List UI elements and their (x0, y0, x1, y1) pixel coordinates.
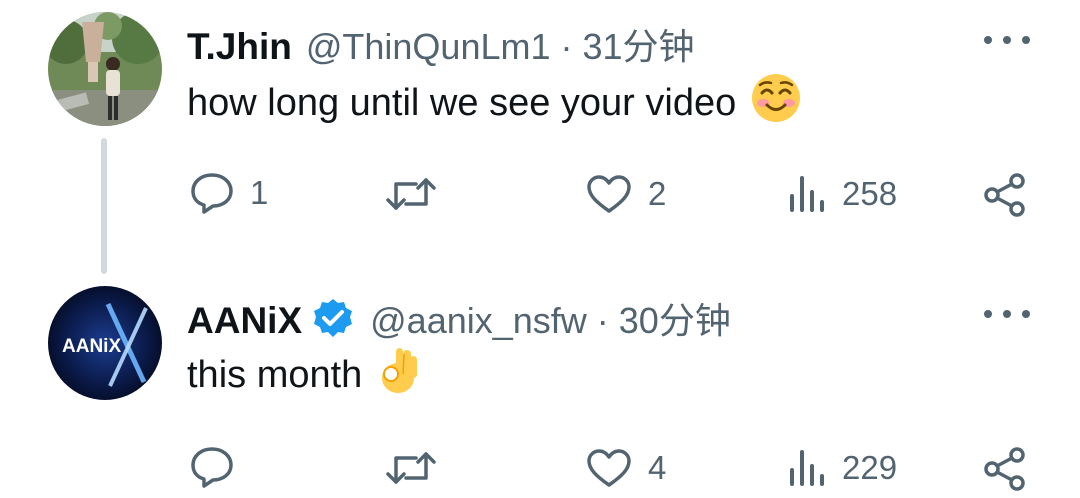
dot-icon (984, 36, 992, 44)
heart-icon (587, 449, 631, 487)
user-avatar[interactable]: AANiX (48, 286, 162, 400)
reply-button[interactable]: 1 (190, 172, 268, 214)
retweet-button[interactable] (386, 448, 452, 488)
reply-count: 1 (250, 174, 269, 211)
like-count: 2 (648, 175, 667, 212)
reply-button[interactable] (190, 446, 250, 488)
user-avatar[interactable] (48, 12, 162, 126)
tweet-2[interactable]: AANiX AANiX @aanix_nsfw · 30分钟 this mont… (0, 280, 1080, 498)
tweet-text: how long until we see your video (187, 74, 802, 128)
retweet-icon (386, 178, 436, 210)
header-separator: · (596, 300, 609, 341)
dot-icon (1022, 36, 1030, 44)
tweet-text-content: how long until we see your video (187, 81, 737, 124)
share-icon (984, 447, 1025, 491)
retweet-button[interactable] (386, 174, 452, 214)
heart-icon (587, 175, 631, 213)
tweet-timestamp[interactable]: 31分钟 (583, 18, 695, 70)
share-icon (984, 173, 1025, 217)
tweet-header: T.Jhin @ThinQunLm1 · 31分钟 (187, 18, 695, 70)
like-count: 4 (648, 449, 667, 486)
ok-hand-emoji-icon (376, 344, 422, 406)
retweet-icon (386, 452, 436, 484)
display-name[interactable]: AANiX (187, 300, 302, 342)
like-button[interactable]: 2 (586, 174, 666, 214)
like-button[interactable]: 4 (586, 448, 666, 488)
display-name[interactable]: T.Jhin (187, 26, 292, 68)
dot-icon (984, 310, 992, 318)
views-button[interactable]: 229 (788, 448, 897, 488)
share-button[interactable] (982, 172, 1028, 218)
dot-icon (1003, 36, 1011, 44)
user-handle[interactable]: @aanix_nsfw (370, 300, 587, 342)
avatar-logo-text: AANiX (62, 336, 121, 357)
tweet-header: AANiX @aanix_nsfw · 30分钟 (187, 292, 731, 344)
views-button[interactable]: 258 (788, 174, 897, 214)
view-count: 229 (842, 449, 898, 486)
tweet-timestamp[interactable]: 30分钟 (619, 292, 731, 344)
thread-connector-line (101, 138, 107, 274)
user-handle[interactable]: @ThinQunLm1 (306, 26, 551, 68)
smiling-face-emoji-icon (750, 72, 802, 134)
analytics-bars-icon (790, 176, 824, 212)
reply-icon (191, 173, 233, 214)
tweet-1[interactable]: T.Jhin @ThinQunLm1 · 31分钟 how long until… (0, 0, 1080, 275)
reply-icon (191, 447, 233, 488)
tweet-text: this month (187, 348, 422, 400)
tweet-text-content: this month (187, 353, 363, 396)
view-count: 258 (842, 175, 898, 212)
verified-badge-icon (312, 297, 354, 339)
dot-icon (1022, 310, 1030, 318)
analytics-bars-icon (790, 450, 824, 486)
share-button[interactable] (982, 446, 1028, 492)
more-options-button[interactable] (984, 30, 1030, 50)
header-separator: · (560, 26, 573, 67)
more-options-button[interactable] (984, 304, 1030, 324)
dot-icon (1003, 310, 1011, 318)
